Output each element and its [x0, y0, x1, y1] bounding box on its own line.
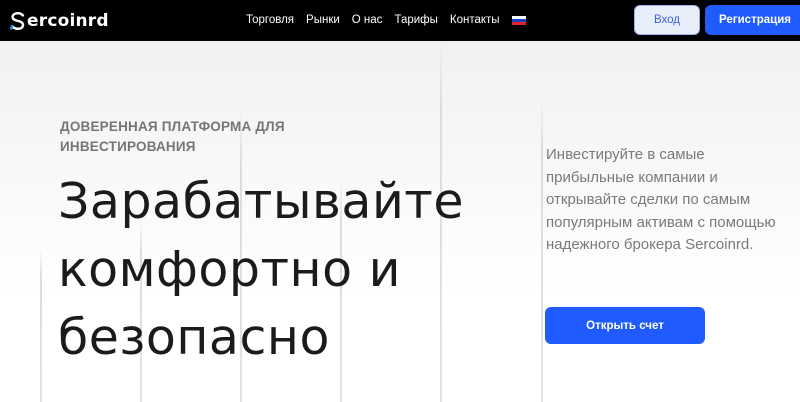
nav-item-contacts[interactable]: Контакты [450, 0, 500, 41]
login-button[interactable]: Вход [634, 5, 700, 35]
register-button[interactable]: Регистрация [705, 5, 800, 35]
nav-item-trading[interactable]: Торговля [246, 0, 294, 41]
decorative-line [541, 95, 543, 402]
nav-item-markets[interactable]: Рынки [306, 0, 340, 41]
top-navbar: ercoinrd Торговля Рынки О нас Тарифы Кон… [0, 0, 800, 41]
logo-text: ercoinrd [27, 11, 109, 31]
hero-eyebrow: ДОВЕРЕННАЯ ПЛАТФОРМА ДЛЯ ИНВЕСТИРОВАНИЯ [60, 119, 285, 154]
nav-item-about[interactable]: О нас [352, 0, 383, 41]
main-nav: Торговля Рынки О нас Тарифы Контакты [246, 0, 526, 41]
russia-flag-icon[interactable] [511, 15, 526, 26]
hero-description: Инвестируйте в самые прибыльные компании… [546, 146, 776, 253]
nav-item-tariffs[interactable]: Тарифы [394, 0, 437, 41]
hero-headline: Зарабатывайте комфортно и безопасно [58, 173, 464, 366]
open-account-button[interactable]: Открыть счет [545, 307, 705, 344]
site-logo[interactable]: ercoinrd [10, 10, 109, 32]
decorative-line [40, 250, 42, 402]
logo-s-icon [10, 11, 25, 31]
